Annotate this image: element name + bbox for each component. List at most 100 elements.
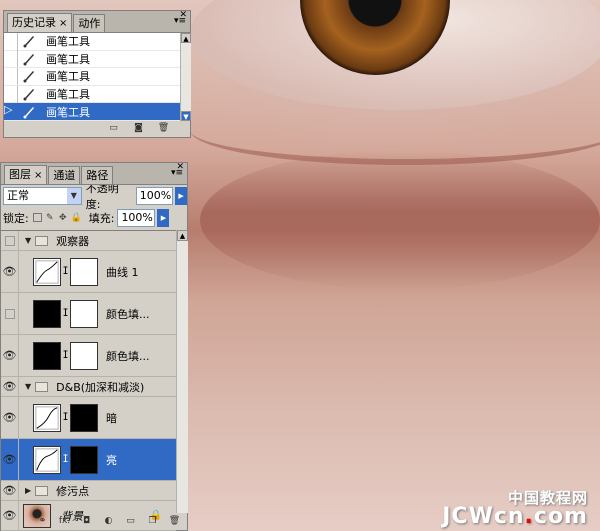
folder-icon <box>35 485 49 496</box>
lock-transparency-icon[interactable] <box>32 212 42 222</box>
layer-mask-thumbnail[interactable] <box>70 257 99 286</box>
scroll-up-icon[interactable]: ▲ <box>177 230 188 241</box>
history-panel: 历史记录 × 动作 ✕ ▾≡ 画笔工具 画笔工具 画笔工具 画笔工具 ▷ 画笔工… <box>3 10 191 138</box>
trash-icon[interactable]: 🗑 <box>157 123 170 134</box>
layer-color-fill[interactable]: ⵊ 颜色填... <box>1 293 176 335</box>
expand-triangle-icon[interactable]: ▼ <box>25 236 31 245</box>
adjustment-layer-icon[interactable]: ◐ <box>102 516 115 527</box>
eye-icon[interactable]: 👁 <box>3 453 17 466</box>
trash-icon[interactable]: 🗑 <box>168 516 181 527</box>
chain-link-icon[interactable]: ⵊ <box>63 308 68 319</box>
lock-fill-row: 锁定: ✎ ✥ 🔒 填充: 100% ▶ <box>1 207 187 229</box>
layer-group-dodge-burn[interactable]: 👁 ▼ D&B(加深和减淡) <box>1 377 176 397</box>
layer-curves[interactable]: 👁 ⵊ 曲线 1 <box>1 251 176 293</box>
layer-mask-thumbnail[interactable] <box>70 341 99 370</box>
opacity-slider-button[interactable]: ▶ <box>175 187 187 205</box>
folder-icon <box>35 381 49 392</box>
visibility-toggle[interactable] <box>1 293 19 334</box>
new-document-from-state-icon[interactable]: ▭ <box>107 123 120 134</box>
close-tab-icon[interactable]: × <box>34 170 42 181</box>
watermark: 中国教程网 JCWcn.com <box>442 489 588 529</box>
history-scrollbar[interactable]: ▲ ▼ <box>180 33 191 121</box>
curves-adjustment-icon <box>33 403 61 432</box>
blend-mode-select[interactable]: 正常 ▼ <box>3 187 82 205</box>
chain-link-icon[interactable]: ⵊ <box>63 454 68 465</box>
curves-adjustment-icon <box>33 445 61 474</box>
history-tabbar: 历史记录 × 动作 ✕ ▾≡ <box>4 10 190 33</box>
collapse-triangle-icon[interactable]: ▶ <box>25 486 31 495</box>
layer-mask-thumbnail[interactable] <box>70 403 99 432</box>
history-item[interactable]: 画笔工具 <box>4 32 180 51</box>
layer-light-selected[interactable]: 👁 ⵊ 亮 <box>1 439 176 481</box>
history-state-slider-icon[interactable]: ▷ <box>4 103 18 121</box>
tab-layers[interactable]: 图层 × <box>4 165 48 184</box>
history-brush-source-box[interactable] <box>4 32 18 50</box>
visibility-toggle[interactable]: 👁 <box>1 397 19 438</box>
eye-icon[interactable]: 👁 <box>3 349 17 362</box>
chain-link-icon[interactable]: ⵊ <box>63 266 68 277</box>
history-brush-source-box[interactable] <box>4 85 18 103</box>
tab-channels[interactable]: 通道 <box>48 166 81 184</box>
layer-dark[interactable]: 👁 ⵊ 暗 <box>1 397 176 439</box>
color-fill-thumbnail <box>33 299 61 328</box>
panel-menu-icon[interactable]: ▾≡ <box>170 167 184 179</box>
link-layers-icon[interactable]: ⚭ <box>36 516 49 527</box>
tab-actions[interactable]: 动作 <box>73 14 106 32</box>
brush-tool-icon <box>23 89 34 101</box>
eye-icon[interactable]: 👁 <box>3 380 17 393</box>
visibility-toggle[interactable]: 👁 <box>1 251 19 292</box>
chain-link-icon[interactable]: ⵊ <box>63 412 68 423</box>
layers-panel: 图层 × 通道 路径 ✕ ▾≡ 正常 ▼ 不透明度: 100% ▶ 锁定: ✎ ✥… <box>0 162 188 531</box>
eye-icon[interactable]: 👁 <box>3 484 17 497</box>
add-mask-icon[interactable]: ◘ <box>80 516 93 527</box>
history-footer: ▭ ◙ 🗑 <box>4 119 190 137</box>
color-fill-thumbnail <box>33 341 61 370</box>
expand-triangle-icon[interactable]: ▼ <box>25 382 31 391</box>
eye-icon[interactable]: 👁 <box>3 411 17 424</box>
fill-slider-button[interactable]: ▶ <box>157 209 170 227</box>
layer-list: ▼ 观察器 👁 ⵊ 曲线 1 ⵊ 颜色填... 👁 ⵊ 颜色填... 👁 ▼ D… <box>1 230 176 531</box>
brush-tool-icon <box>23 36 34 48</box>
visibility-toggle[interactable]: 👁 <box>1 377 19 396</box>
history-item[interactable]: 画笔工具 <box>4 50 180 69</box>
history-brush-source-box[interactable] <box>4 67 18 85</box>
tab-paths[interactable]: 路径 <box>81 166 114 184</box>
history-item[interactable]: 画笔工具 <box>4 85 180 104</box>
fill-field[interactable]: 100% <box>117 209 156 227</box>
blend-opacity-row: 正常 ▼ 不透明度: 100% ▶ <box>1 182 187 211</box>
brush-tool-icon <box>23 53 34 66</box>
brush-tool-icon <box>23 71 34 83</box>
chevron-down-icon[interactable]: ▼ <box>66 188 81 204</box>
curves-adjustment-icon <box>33 257 61 286</box>
panel-menu-icon[interactable]: ▾≡ <box>173 15 187 27</box>
layer-mask-thumbnail[interactable] <box>70 299 99 328</box>
new-layer-icon[interactable]: ❐ <box>146 516 159 527</box>
lock-position-icon[interactable]: ✥ <box>58 213 68 224</box>
visibility-toggle[interactable]: 👁 <box>1 335 19 376</box>
layer-mask-thumbnail[interactable] <box>70 445 99 474</box>
layer-group-retouch[interactable]: 👁 ▶ 修污点 <box>1 481 176 501</box>
lock-all-icon[interactable]: 🔒 <box>71 213 82 224</box>
history-brush-source-box[interactable] <box>4 50 18 68</box>
tab-history[interactable]: 历史记录 × <box>7 13 73 32</box>
history-list: 画笔工具 画笔工具 画笔工具 画笔工具 ▷ 画笔工具 <box>4 32 180 121</box>
lock-label: 锁定: <box>3 212 29 225</box>
chain-link-icon[interactable]: ⵊ <box>63 350 68 361</box>
history-item[interactable]: 画笔工具 <box>4 67 180 86</box>
camera-snapshot-icon[interactable]: ◙ <box>132 123 145 134</box>
fx-icon[interactable]: fx. <box>58 516 71 527</box>
visibility-toggle[interactable] <box>1 231 19 250</box>
scroll-up-icon[interactable]: ▲ <box>181 33 191 43</box>
new-group-icon[interactable]: ▭ <box>124 516 137 527</box>
layer-group-observer[interactable]: ▼ 观察器 <box>1 231 176 251</box>
hidden-eye-box[interactable] <box>4 308 15 319</box>
layer-color-fill[interactable]: 👁 ⵊ 颜色填... <box>1 335 176 377</box>
eye-icon[interactable]: 👁 <box>3 265 17 278</box>
hidden-eye-box[interactable] <box>4 235 15 246</box>
visibility-toggle[interactable]: 👁 <box>1 481 19 500</box>
close-tab-icon[interactable]: × <box>59 18 67 29</box>
layers-scrollbar[interactable]: ▲ <box>176 230 188 513</box>
visibility-toggle[interactable]: 👁 <box>1 439 19 480</box>
opacity-field[interactable]: 100% <box>135 187 174 205</box>
lock-image-icon[interactable]: ✎ <box>45 213 55 224</box>
